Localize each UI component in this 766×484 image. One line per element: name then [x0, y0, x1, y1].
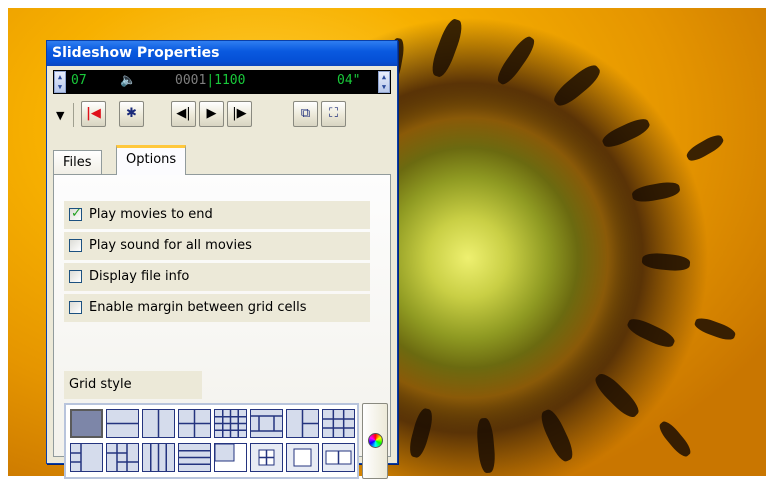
counter-current: 0001 — [175, 73, 207, 88]
spin-up-icon[interactable]: ▲ — [379, 72, 389, 82]
option-label: Enable margin between grid cells — [89, 300, 307, 315]
option-enable-margin[interactable]: Enable margin between grid cells — [64, 294, 370, 322]
fullscreen-icon: ⛶ — [328, 106, 339, 121]
options-panel: ✓ Play movies to end Play sound for all … — [53, 174, 391, 479]
tab-options[interactable]: Options — [116, 145, 187, 175]
grid-left-column-icon[interactable] — [70, 443, 103, 472]
grid-wide-center-icon[interactable] — [250, 409, 283, 438]
grid-center-medium-icon[interactable] — [286, 443, 319, 472]
grid-center-wide-icon[interactable] — [322, 443, 355, 472]
grid-4x4-icon[interactable] — [214, 409, 247, 438]
grid-4-cols-icon[interactable] — [142, 443, 175, 472]
slideshow-properties-window: Slideshow Properties ▲ ▼ 07 🔈 0001|1100 … — [46, 40, 398, 479]
previous-button[interactable]: ◀| — [171, 101, 196, 127]
next-button[interactable]: |▶ — [227, 101, 252, 127]
grid-style-label: Grid style — [64, 371, 202, 399]
grid-2-cols-icon[interactable] — [142, 409, 175, 438]
grid-3x3-icon[interactable] — [322, 409, 355, 438]
grid-center-small-icon[interactable] — [250, 443, 283, 472]
status-left-value: 07 — [71, 73, 87, 88]
option-label: Play sound for all movies — [89, 238, 252, 253]
window-title[interactable]: Slideshow Properties — [47, 41, 397, 66]
checkbox-play-sound[interactable] — [69, 239, 82, 252]
grid-1x1-icon[interactable] — [70, 409, 103, 438]
grid-2-rows-icon[interactable] — [106, 409, 139, 438]
speaker-icon[interactable]: 🔈 — [120, 73, 136, 88]
spin-up-icon[interactable]: ▲ — [55, 72, 65, 82]
grid-staggered-icon[interactable] — [106, 443, 139, 472]
spin-down-icon[interactable]: ▼ — [55, 82, 65, 92]
grid-2x2-icon[interactable] — [178, 409, 211, 438]
settings-gear-icon: ✱ — [126, 106, 137, 121]
next-icon: |▶ — [232, 106, 247, 121]
option-play-sound[interactable]: Play sound for all movies — [64, 232, 370, 260]
grid-4-rows-icon[interactable] — [178, 443, 211, 472]
previous-icon: ◀| — [176, 106, 191, 121]
play-icon: ▶ — [206, 106, 217, 121]
fit-to-window-icon: ⧉ — [300, 106, 311, 121]
fullscreen-button[interactable]: ⛶ — [321, 101, 346, 127]
counter-separator: | — [206, 73, 215, 88]
grid-bottom-left-icon[interactable] — [214, 443, 247, 472]
checkbox-display-file-info[interactable] — [69, 270, 82, 283]
option-label: Play movies to end — [89, 207, 213, 222]
status-display: ▲ ▼ 07 🔈 0001|1100 04" ▲ ▼ — [53, 70, 391, 94]
go-to-start-button[interactable]: |◀ — [81, 101, 106, 127]
color-wheel-icon — [368, 433, 383, 448]
option-play-movies-to-end[interactable]: ✓ Play movies to end — [64, 201, 370, 229]
grid-style-picker — [64, 403, 359, 479]
checkbox-play-movies[interactable]: ✓ — [69, 206, 82, 221]
grid-left-large-icon[interactable] — [286, 409, 319, 438]
checkmark-icon: ✓ — [71, 206, 82, 221]
play-button[interactable]: ▶ — [199, 101, 224, 127]
option-label: Display file info — [89, 269, 190, 284]
fit-to-window-button[interactable]: ⧉ — [293, 101, 318, 127]
tab-files[interactable]: Files — [53, 150, 102, 174]
spin-down-icon[interactable]: ▼ — [379, 82, 389, 92]
settings-button[interactable]: ✱ — [119, 101, 144, 127]
color-picker-button[interactable] — [362, 403, 388, 479]
checkbox-enable-margin[interactable] — [69, 301, 82, 314]
counter-total: 1100 — [214, 73, 246, 88]
right-spinner[interactable]: ▲ ▼ — [378, 71, 390, 93]
dropdown-arrow-icon[interactable]: ▼ — [56, 109, 64, 122]
option-display-file-info[interactable]: Display file info — [64, 263, 370, 291]
go-to-start-icon: |◀ — [86, 106, 101, 121]
tab-strip: Files Options — [53, 145, 391, 175]
status-right-value: 04" — [337, 73, 361, 88]
left-spinner[interactable]: ▲ ▼ — [54, 71, 66, 93]
